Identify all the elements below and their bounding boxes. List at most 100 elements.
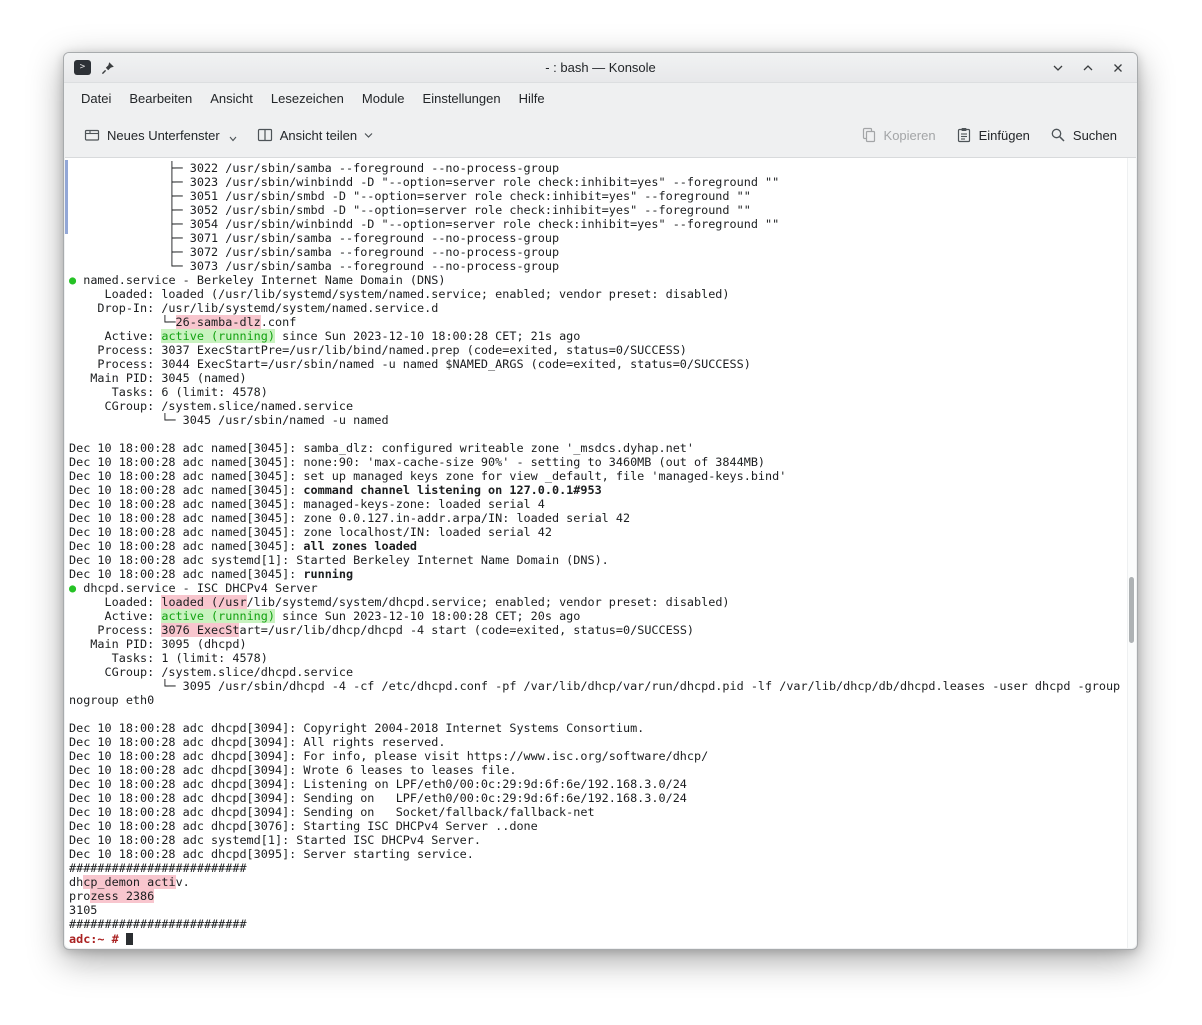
terminal-text-segment: ├─ 3052 /usr/sbin/smbd -D "--option=serv… <box>69 203 751 217</box>
terminal-text-segment: └─ <box>69 315 176 329</box>
terminal-line: Process: 3044 ExecStart=/usr/sbin/named … <box>69 357 1136 371</box>
menu-item-datei[interactable]: Datei <box>72 87 120 110</box>
terminal-line: └─ 3073 /usr/sbin/samba --foreground --n… <box>69 259 1136 273</box>
terminal-line: CGroup: /system.slice/named.service <box>69 399 1136 413</box>
terminal-text-segment: adc:~ # <box>69 932 126 946</box>
terminal-text-segment: command channel listening on 127.0.0.1#9… <box>303 483 601 497</box>
terminal-line: Active: active (running) since Sun 2023-… <box>69 609 1136 623</box>
scrollbar-thumb[interactable] <box>1129 577 1134 643</box>
terminal-text-segment: └─ 3095 /usr/sbin/dhcpd -4 -cf /etc/dhcp… <box>69 679 1120 693</box>
terminal-line: ├─ 3022 /usr/sbin/samba --foreground --n… <box>69 161 1136 175</box>
paste-button[interactable]: Einfügen <box>948 120 1038 150</box>
terminal-text-segment: Dec 10 18:00:28 adc named[3045]: set up … <box>69 469 786 483</box>
close-button[interactable] <box>1109 59 1127 77</box>
terminal-text-segment: ├─ 3023 /usr/sbin/winbindd -D "--option=… <box>69 175 779 189</box>
maximize-button[interactable] <box>1079 59 1097 77</box>
terminal-text-segment: Process: 3044 ExecStart=/usr/sbin/named … <box>69 357 751 371</box>
terminal-line: Dec 10 18:00:28 adc named[3045]: command… <box>69 483 1136 497</box>
new-tab-button[interactable]: Neues Unterfenster <box>76 120 245 150</box>
terminal[interactable]: ├─ 3022 /usr/sbin/samba --foreground --n… <box>65 157 1136 948</box>
terminal-line: Dec 10 18:00:28 adc dhcpd[3076]: Startin… <box>69 819 1136 833</box>
terminal-text-segment: active (running) <box>161 329 275 343</box>
terminal-line: └─ 3095 /usr/sbin/dhcpd -4 -cf /etc/dhcp… <box>69 679 1136 693</box>
scrollbar[interactable] <box>1127 158 1136 948</box>
search-button[interactable]: Suchen <box>1042 120 1125 150</box>
terminal-text-segment: art=/usr/lib/dhcp/dhcpd -4 start (code=e… <box>239 623 694 637</box>
terminal-line: Dec 10 18:00:28 adc dhcpd[3095]: Server … <box>69 847 1136 861</box>
new-tab-icon <box>84 127 100 143</box>
terminal-text-segment: Main PID: 3095 (dhcpd) <box>69 637 247 651</box>
terminal-line: Dec 10 18:00:28 adc dhcpd[3094]: Sending… <box>69 805 1136 819</box>
terminal-line: Dec 10 18:00:28 adc named[3045]: all zon… <box>69 539 1136 553</box>
terminal-text-segment: dhcpd.service - ISC DHCPv4 Server <box>76 581 317 595</box>
pin-icon[interactable] <box>101 61 115 75</box>
terminal-text-segment: Tasks: 1 (limit: 4578) <box>69 651 268 665</box>
terminal-line: Dec 10 18:00:28 adc dhcpd[3094]: Wrote 6… <box>69 763 1136 777</box>
close-icon <box>1111 61 1125 75</box>
titlebar[interactable]: > - : bash — Konsole <box>64 53 1137 83</box>
terminal-text-segment: /lib/systemd/system/dhcpd.service; enabl… <box>247 595 730 609</box>
terminal-line: CGroup: /system.slice/dhcpd.service <box>69 665 1136 679</box>
menu-item-bearbeiten[interactable]: Bearbeiten <box>120 87 201 110</box>
menubar: DateiBearbeitenAnsichtLesezeichenModuleE… <box>64 83 1137 113</box>
terminal-line: adc:~ # <box>69 931 1136 945</box>
terminal-text-segment: Drop-In: /usr/lib/systemd/system/named.s… <box>69 301 438 315</box>
terminal-text-segment: 3076 ExecSt <box>161 623 239 637</box>
menu-item-lesezeichen[interactable]: Lesezeichen <box>262 87 353 110</box>
terminal-text-segment: pro <box>69 889 90 903</box>
terminal-text-segment: ├─ 3051 /usr/sbin/smbd -D "--option=serv… <box>69 189 751 203</box>
terminal-line <box>69 427 1136 441</box>
terminal-text-segment: running <box>303 567 353 581</box>
terminal-text-segment: .conf <box>261 315 297 329</box>
chevron-up-icon <box>1081 61 1095 75</box>
terminal-text-segment: ######################### <box>69 861 247 875</box>
terminal-line: Tasks: 6 (limit: 4578) <box>69 385 1136 399</box>
terminal-text-segment: since Sun 2023-12-10 18:00:28 CET; 21s a… <box>275 329 580 343</box>
menu-item-ansicht[interactable]: Ansicht <box>201 87 262 110</box>
terminal-line: Process: 3037 ExecStartPre=/usr/lib/bind… <box>69 343 1136 357</box>
terminal-line: Dec 10 18:00:28 adc dhcpd[3094]: All rig… <box>69 735 1136 749</box>
window-title: - : bash — Konsole <box>64 60 1137 75</box>
terminal-text-segment: Active: <box>69 329 161 343</box>
terminal-line: ● named.service - Berkeley Internet Name… <box>69 273 1136 287</box>
new-tab-label: Neues Unterfenster <box>107 128 220 143</box>
terminal-text-segment: Dec 10 18:00:28 adc named[3045]: zone 0.… <box>69 511 630 525</box>
terminal-output: ├─ 3022 /usr/sbin/samba --foreground --n… <box>69 161 1136 945</box>
terminal-text-segment: ├─ 3022 /usr/sbin/samba --foreground --n… <box>69 161 559 175</box>
terminal-line: prozess 2386 <box>69 889 1136 903</box>
terminal-line: └─26-samba-dlz.conf <box>69 315 1136 329</box>
copy-icon <box>861 127 877 143</box>
terminal-text-segment: Process: 3037 ExecStartPre=/usr/lib/bind… <box>69 343 687 357</box>
terminal-line: ├─ 3054 /usr/sbin/winbindd -D "--option=… <box>69 217 1136 231</box>
terminal-text-segment: Dec 10 18:00:28 adc dhcpd[3076]: Startin… <box>69 819 538 833</box>
terminal-text-segment: CGroup: /system.slice/named.service <box>69 399 353 413</box>
terminal-line: Dec 10 18:00:28 adc dhcpd[3094]: For inf… <box>69 749 1136 763</box>
toolbar: Neues Unterfenster Ansicht teilen Kopier… <box>64 113 1137 157</box>
menu-item-hilfe[interactable]: Hilfe <box>510 87 554 110</box>
copy-button[interactable]: Kopieren <box>853 120 944 150</box>
terminal-line: ├─ 3052 /usr/sbin/smbd -D "--option=serv… <box>69 203 1136 217</box>
terminal-line: Dec 10 18:00:28 adc named[3045]: set up … <box>69 469 1136 483</box>
terminal-line: Active: active (running) since Sun 2023-… <box>69 329 1136 343</box>
split-view-button[interactable]: Ansicht teilen <box>249 120 381 150</box>
terminal-text-segment: Dec 10 18:00:28 adc named[3045]: <box>69 483 303 497</box>
terminal-line: ├─ 3072 /usr/sbin/samba --foreground --n… <box>69 245 1136 259</box>
menu-item-einstellungen[interactable]: Einstellungen <box>414 87 510 110</box>
terminal-text-segment: dh <box>69 875 83 889</box>
split-view-label: Ansicht teilen <box>280 128 357 143</box>
terminal-text-segment: Main PID: 3045 (named) <box>69 371 247 385</box>
terminal-line: ├─ 3071 /usr/sbin/samba --foreground --n… <box>69 231 1136 245</box>
terminal-line: ● dhcpd.service - ISC DHCPv4 Server <box>69 581 1136 595</box>
terminal-line: Loaded: loaded (/usr/lib/systemd/system/… <box>69 287 1136 301</box>
terminal-line: Dec 10 18:00:28 adc named[3045]: zone lo… <box>69 525 1136 539</box>
terminal-text-segment: Dec 10 18:00:28 adc named[3045]: zone lo… <box>69 525 552 539</box>
terminal-cursor <box>126 933 133 945</box>
chevron-down-icon <box>364 132 373 139</box>
search-label: Suchen <box>1073 128 1117 143</box>
paste-icon <box>956 127 972 143</box>
terminal-text-segment: Dec 10 18:00:28 adc dhcpd[3094]: Sending… <box>69 805 595 819</box>
minimize-button[interactable] <box>1049 59 1067 77</box>
menu-item-module[interactable]: Module <box>353 87 414 110</box>
terminal-text-segment: Dec 10 18:00:28 adc systemd[1]: Started … <box>69 553 609 567</box>
terminal-line: nogroup eth0 <box>69 693 1136 707</box>
